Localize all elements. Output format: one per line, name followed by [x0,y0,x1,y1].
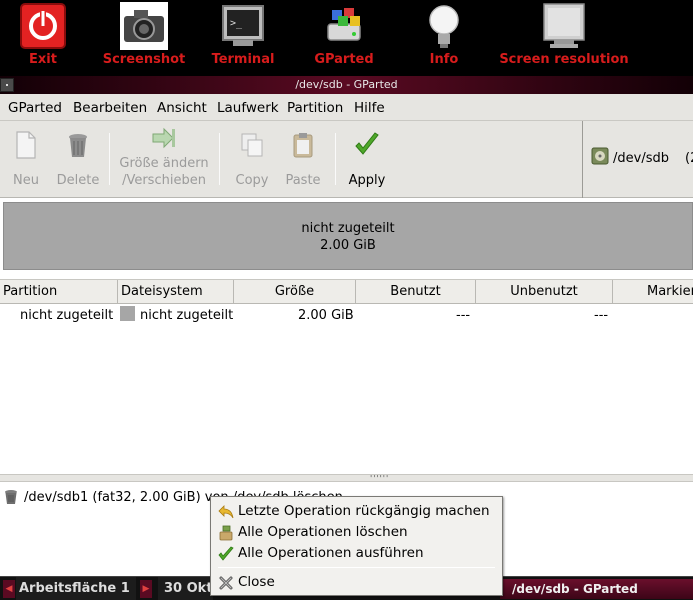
close-icon [219,576,233,590]
menu-item-apply-all-operations[interactable]: Alle Operationen ausführen [211,543,502,564]
pane-resize-handle[interactable]: '''''' [0,474,693,483]
camera-icon [120,2,168,50]
cell-used: --- [456,308,471,323]
menu-bearbeiten[interactable]: Bearbeiten [73,100,147,116]
column-header-filesystem[interactable]: Dateisystem [118,280,234,304]
paste-icon [293,133,313,158]
cell-filesystem-text: nicht zugeteilt [140,308,234,323]
menu-item-close[interactable]: Close [211,572,502,593]
clear-list-icon [219,525,233,541]
cell-partition: nicht zugeteilt [20,308,114,323]
grip-dots: '''''' [370,474,390,483]
taskbar-clock: 30 Okt, [158,577,213,600]
resize-label-2: /Verschieben [122,173,206,188]
window-title: /dev/sdb - GParted [295,78,398,91]
window-titlebar: /dev/sdb - GParted [0,76,693,94]
copy-label: Copy [235,173,269,188]
paste-button[interactable]: Paste [280,121,326,198]
launcher-bar: Exit Screenshot >_ Terminal GParted Info… [0,0,693,76]
launcher-label: Screen resolution [499,52,629,67]
power-icon [20,3,66,49]
menu-item-label: Alle Operationen löschen [238,524,408,540]
launcher-label: Screenshot [102,52,186,67]
launcher-label: GParted [314,52,374,67]
menu-partition[interactable]: Partition [287,100,343,116]
menu-gparted[interactable]: GParted [8,100,62,116]
launcher-gparted[interactable]: GParted [308,0,380,76]
trash-icon [69,134,87,157]
menu-item-clear-operations[interactable]: Alle Operationen löschen [211,522,502,543]
toolbar-separator [219,133,220,185]
device-label: /dev/sdb [613,151,669,166]
checkmark-icon [218,546,234,561]
column-header-size[interactable]: Größe [234,280,356,304]
checkmark-icon [355,132,379,155]
window-menu-button[interactable] [0,78,14,92]
menu-item-label: Close [238,574,275,590]
hard-disk-icon [591,147,609,165]
table-row[interactable]: nicht zugeteilt nicht zugeteilt 2.00 GiB… [0,304,693,328]
operations-context-menu: Letzte Operation rückgängig machen Alle … [210,496,503,596]
filesystem-color-swatch [120,306,135,321]
gparted-icon [327,8,361,41]
menu-item-undo-last-operation[interactable]: Letzte Operation rückgängig machen [211,501,502,522]
paste-label: Paste [285,173,321,188]
new-label: Neu [13,173,39,188]
menu-hilfe[interactable]: Hilfe [354,100,385,116]
cell-unused: --- [594,308,609,323]
menu-item-label: Letzte Operation rückgängig machen [238,503,490,519]
resize-label-1: Größe ändern [119,156,209,171]
delete-button[interactable]: Delete [52,121,104,198]
disk-map-label: nicht zugeteilt [301,221,395,236]
table-header: Partition Dateisystem Größe Benutzt Unbe… [0,279,693,304]
resize-arrow-icon [152,127,175,149]
disk-map[interactable]: nicht zugeteilt 2.00 GiB [3,202,693,270]
disk-map-size: 2.00 GiB [320,238,376,253]
delete-label: Delete [56,173,100,188]
column-header-used[interactable]: Benutzt [356,280,476,304]
apply-button[interactable]: Apply [342,121,392,198]
launcher-label: Exit [29,52,57,67]
new-button[interactable]: Neu [2,121,50,198]
copy-icon [241,133,263,157]
terminal-icon: >_ [222,5,264,46]
new-document-icon [16,131,36,159]
menu-laufwerk[interactable]: Laufwerk [217,100,279,116]
column-header-flags[interactable]: Markier [613,280,693,304]
launcher-label: Terminal [211,52,275,67]
apply-label: Apply [348,173,386,188]
toolbar-separator [109,133,110,185]
launcher-info[interactable]: Info [414,0,474,76]
workspace-next-icon[interactable]: ▶ [140,580,152,598]
workspace-prev-icon[interactable]: ◀ [3,580,15,598]
menu-ansicht[interactable]: Ansicht [157,100,207,116]
lightbulb-icon [429,5,459,48]
launcher-label: Info [429,52,459,67]
column-header-partition[interactable]: Partition [0,280,118,304]
monitor-icon [543,3,585,48]
column-header-unused[interactable]: Unbenutzt [476,280,613,304]
device-size-label: (2 [685,151,693,166]
workspace-label[interactable]: Arbeitsfläche 1 [16,577,136,600]
launcher-screenshot[interactable]: Screenshot [100,0,188,76]
launcher-screen-resolution[interactable]: Screen resolution [496,0,632,76]
resize-move-button[interactable]: Größe ändern /Verschieben [114,121,214,198]
toolbar: Neu Delete Größe ändern /Verschieben Cop… [0,121,693,198]
cell-size: 2.00 GiB [298,308,354,323]
menu-item-label: Alle Operationen ausführen [238,545,424,561]
menubar: GParted Bearbeiten Ansicht Laufwerk Part… [0,94,693,121]
trash-icon [5,490,17,504]
taskbar-task-gparted[interactable]: /dev/sdb - GParted [500,579,693,599]
launcher-exit[interactable]: Exit [10,0,76,76]
device-selector[interactable]: /dev/sdb (2 [582,121,693,198]
undo-arrow-icon [218,505,234,519]
launcher-terminal[interactable]: >_ Terminal [206,0,280,76]
menu-separator [218,567,495,568]
copy-button[interactable]: Copy [228,121,276,198]
cell-filesystem: nicht zugeteilt [120,304,233,328]
toolbar-separator [335,133,336,185]
svg-text:>_: >_ [230,18,243,29]
